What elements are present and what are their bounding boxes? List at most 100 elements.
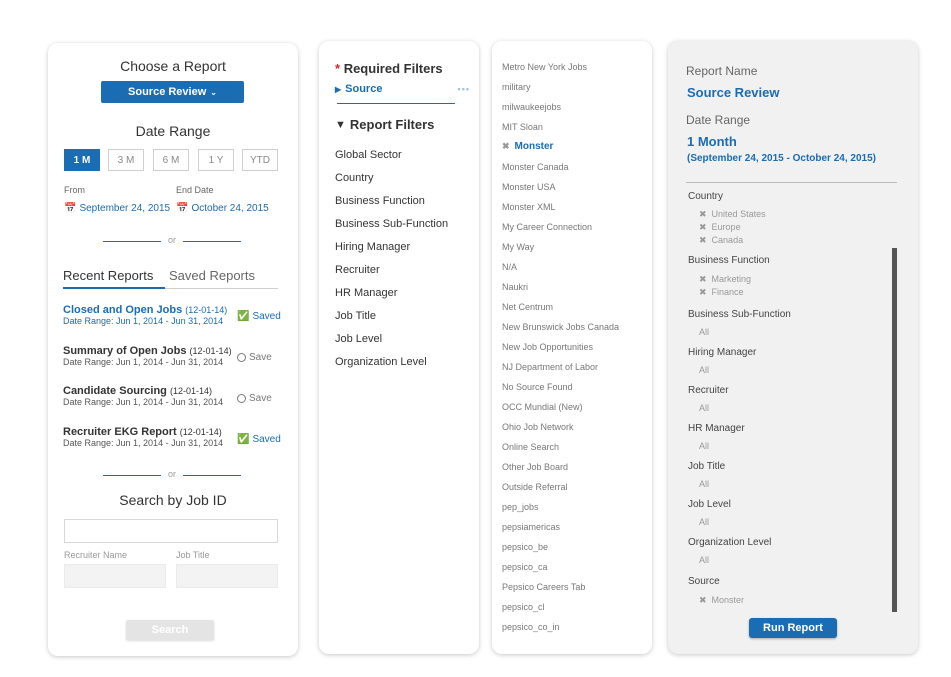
- run-report-button[interactable]: Run Report: [749, 618, 837, 638]
- tab-recent-reports[interactable]: Recent Reports: [63, 268, 153, 283]
- circle-icon: [237, 353, 246, 362]
- filter-item-business-sub-function[interactable]: Business Sub-Function: [335, 218, 448, 230]
- summary-category-hiring-manager: Hiring Manager: [688, 347, 757, 358]
- end-date-picker[interactable]: 📅 October 24, 2015: [176, 203, 269, 214]
- summary-category-source: Source: [688, 576, 720, 587]
- summary-value-label: United States: [711, 209, 766, 219]
- report-date-code: (12-01-14): [169, 386, 212, 396]
- report-select-dropdown[interactable]: Source Review ⌄: [101, 81, 244, 103]
- range-button-ytd[interactable]: YTD: [242, 149, 278, 171]
- source-option[interactable]: Naukri: [502, 282, 528, 292]
- source-option[interactable]: No Source Found: [502, 382, 573, 392]
- filter-item-business-function[interactable]: Business Function: [335, 195, 425, 207]
- search-by-job-title: Search by Job ID: [119, 492, 227, 508]
- source-option[interactable]: Other Job Board: [502, 462, 568, 472]
- summary-value: All: [699, 403, 710, 413]
- end-date-label: End Date: [176, 185, 214, 195]
- chevron-down-icon: ⌄: [210, 87, 217, 97]
- list-item[interactable]: Closed and Open Jobs (12-01-14) Date Ran…: [63, 304, 233, 326]
- source-option[interactable]: NJ Department of Labor: [502, 362, 598, 372]
- summary-value[interactable]: ✖ Finance: [699, 287, 744, 298]
- source-option[interactable]: pepsico_ca: [502, 562, 548, 572]
- source-option[interactable]: OCC Mundial (New): [502, 402, 583, 412]
- remove-x-icon: ✖: [699, 595, 707, 605]
- filter-item-hr-manager[interactable]: HR Manager: [335, 287, 397, 299]
- filter-item-job-title[interactable]: Job Title: [335, 310, 376, 322]
- filter-item-source[interactable]: ▶ Source •••: [335, 83, 470, 95]
- summary-value[interactable]: ✖ Canada: [699, 235, 743, 246]
- summary-value: All: [699, 327, 710, 337]
- report-date-code: (12-01-14): [189, 346, 232, 356]
- report-title: Summary of Open Jobs: [63, 345, 187, 357]
- source-option[interactable]: Monster XML: [502, 202, 556, 212]
- list-item[interactable]: Candidate Sourcing (12-01-14) Date Range…: [63, 385, 233, 407]
- job-title-input[interactable]: [176, 564, 278, 588]
- source-option[interactable]: New Job Opportunities: [502, 342, 593, 352]
- summary-value[interactable]: ✖ United States: [699, 209, 766, 220]
- source-option[interactable]: Ohio Job Network: [502, 422, 574, 432]
- range-button-1y[interactable]: 1 Y: [198, 149, 234, 171]
- source-option[interactable]: military: [502, 82, 531, 92]
- save-status-label: Saved: [252, 311, 281, 322]
- filter-item-job-level[interactable]: Job Level: [335, 333, 382, 345]
- source-option[interactable]: Pepsico Careers Tab: [502, 582, 585, 592]
- divider-line: [183, 241, 241, 242]
- filter-item-organization-level[interactable]: Organization Level: [335, 356, 427, 368]
- divider-line: [103, 475, 161, 476]
- source-option[interactable]: Net Centrum: [502, 302, 553, 312]
- summary-value[interactable]: ✖ Marketing: [699, 274, 751, 285]
- filter-item-recruiter[interactable]: Recruiter: [335, 264, 380, 276]
- search-button[interactable]: Search: [126, 620, 214, 640]
- from-date-value: September 24, 2015: [79, 203, 171, 214]
- recruiter-name-input[interactable]: [64, 564, 166, 588]
- range-button-6m[interactable]: 6 M: [153, 149, 189, 171]
- divider-line: [183, 475, 241, 476]
- source-option[interactable]: Monster Canada: [502, 162, 569, 172]
- from-label: From: [64, 185, 85, 195]
- save-toggle[interactable]: Save: [237, 352, 272, 363]
- source-option[interactable]: Outside Referral: [502, 482, 568, 492]
- tab-saved-reports[interactable]: Saved Reports: [169, 268, 255, 283]
- summary-category-job-level: Job Level: [688, 499, 731, 510]
- summary-category-business-function: Business Function: [688, 255, 770, 266]
- source-option[interactable]: My Way: [502, 242, 534, 252]
- source-option[interactable]: pepsiamericas: [502, 522, 560, 532]
- filter-item-global-sector[interactable]: Global Sector: [335, 149, 402, 161]
- range-button-3m[interactable]: 3 M: [108, 149, 144, 171]
- source-option[interactable]: pepsico_cl: [502, 602, 545, 612]
- source-option[interactable]: New Brunswick Jobs Canada: [502, 322, 619, 332]
- source-option[interactable]: Monster USA: [502, 182, 556, 192]
- filter-item-country[interactable]: Country: [335, 172, 374, 184]
- source-option[interactable]: Online Search: [502, 442, 559, 452]
- saved-toggle[interactable]: ✅ Saved: [237, 311, 281, 322]
- summary-value[interactable]: ✖ Europe: [699, 222, 741, 233]
- source-option[interactable]: pep_jobs: [502, 502, 539, 512]
- summary-scrollbar[interactable]: [892, 248, 897, 612]
- summary-category-job-title: Job Title: [688, 461, 726, 472]
- save-toggle[interactable]: Save: [237, 393, 272, 404]
- source-option-selected[interactable]: ✖ Monster: [502, 141, 553, 152]
- summary-value[interactable]: ✖ Monster: [699, 595, 744, 606]
- caret-right-icon: ▶: [335, 84, 342, 94]
- calendar-icon: 📅: [176, 203, 189, 214]
- list-item[interactable]: Summary of Open Jobs (12-01-14) Date Ran…: [63, 345, 233, 367]
- filter-item-hiring-manager[interactable]: Hiring Manager: [335, 241, 410, 253]
- list-item[interactable]: Recruiter EKG Report (12-01-14) Date Ran…: [63, 426, 233, 448]
- source-option[interactable]: pepsico_be: [502, 542, 548, 552]
- range-button-1m[interactable]: 1 M: [64, 149, 100, 171]
- source-option[interactable]: N/A: [502, 262, 517, 272]
- divider-line: [103, 241, 161, 242]
- source-option[interactable]: My Career Connection: [502, 222, 592, 232]
- saved-toggle[interactable]: ✅ Saved: [237, 434, 281, 445]
- more-dots-icon: •••: [457, 84, 470, 94]
- source-option[interactable]: milwaukeejobs: [502, 102, 561, 112]
- report-title: Recruiter EKG Report: [63, 426, 177, 438]
- report-filters-heading: ▼ Report Filters: [335, 117, 434, 132]
- summary-category-hr-manager: HR Manager: [688, 423, 745, 434]
- check-circle-icon: ✅: [237, 311, 250, 322]
- source-option[interactable]: pepsico_co_in: [502, 622, 560, 632]
- job-id-input[interactable]: [64, 519, 278, 543]
- source-option[interactable]: Metro New York Jobs: [502, 62, 587, 72]
- from-date-picker[interactable]: 📅 September 24, 2015: [64, 203, 170, 214]
- source-option[interactable]: MIT Sloan: [502, 122, 543, 132]
